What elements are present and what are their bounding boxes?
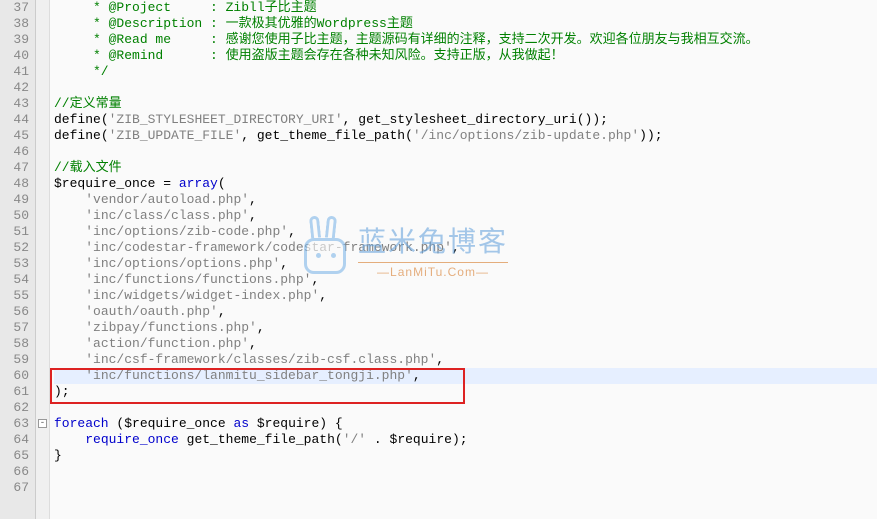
code-line[interactable]: [54, 464, 877, 480]
fold-marker: [36, 224, 49, 240]
fold-marker: [36, 160, 49, 176]
fold-marker: [36, 288, 49, 304]
line-number: 50: [0, 208, 29, 224]
code-line[interactable]: * @Project : Zibll子比主题: [54, 0, 877, 16]
line-number: 51: [0, 224, 29, 240]
fold-marker: [36, 304, 49, 320]
code-line[interactable]: );: [54, 384, 877, 400]
fold-marker: [36, 48, 49, 64]
line-number: 57: [0, 320, 29, 336]
line-number: 49: [0, 192, 29, 208]
fold-marker: [36, 64, 49, 80]
fold-marker: [36, 96, 49, 112]
code-line[interactable]: * @Remind : 使用盗版主题会存在各种未知风险。支持正版，从我做起！: [54, 48, 877, 64]
code-line[interactable]: [54, 80, 877, 96]
fold-marker: [36, 480, 49, 496]
fold-marker: [36, 352, 49, 368]
line-number: 45: [0, 128, 29, 144]
code-editor[interactable]: 3738394041424344454647484950515253545556…: [0, 0, 877, 519]
code-line[interactable]: 'action/function.php',: [54, 336, 877, 352]
code-line[interactable]: 'inc/codestar-framework/codestar-framewo…: [54, 240, 877, 256]
code-line[interactable]: [54, 400, 877, 416]
line-number: 67: [0, 480, 29, 496]
code-line[interactable]: [54, 144, 877, 160]
code-line[interactable]: 'inc/functions/lanmitu_sidebar_tongji.ph…: [54, 368, 877, 384]
line-number: 59: [0, 352, 29, 368]
line-number: 47: [0, 160, 29, 176]
code-line[interactable]: [54, 480, 877, 496]
code-line[interactable]: * @Read me : 感谢您使用子比主题，主题源码有详细的注释，支持二次开发…: [54, 32, 877, 48]
fold-marker: [36, 272, 49, 288]
code-area[interactable]: * @Project : Zibll子比主题 * @Description : …: [50, 0, 877, 519]
line-number: 44: [0, 112, 29, 128]
line-number: 56: [0, 304, 29, 320]
code-line[interactable]: foreach ($require_once as $require) {: [54, 416, 877, 432]
code-line[interactable]: //定义常量: [54, 96, 877, 112]
code-line[interactable]: define('ZIB_UPDATE_FILE', get_theme_file…: [54, 128, 877, 144]
code-line[interactable]: 'oauth/oauth.php',: [54, 304, 877, 320]
code-line[interactable]: //载入文件: [54, 160, 877, 176]
fold-marker[interactable]: -: [36, 416, 49, 432]
code-line[interactable]: 'inc/csf-framework/classes/zib-csf.class…: [54, 352, 877, 368]
line-number: 46: [0, 144, 29, 160]
fold-marker: [36, 384, 49, 400]
code-line[interactable]: $require_once = array(: [54, 176, 877, 192]
fold-marker: [36, 464, 49, 480]
line-number: 53: [0, 256, 29, 272]
fold-marker: [36, 80, 49, 96]
line-number: 41: [0, 64, 29, 80]
line-number: 55: [0, 288, 29, 304]
fold-marker: [36, 16, 49, 32]
code-line[interactable]: }: [54, 448, 877, 464]
code-line[interactable]: 'inc/options/options.php',: [54, 256, 877, 272]
fold-marker: [36, 112, 49, 128]
code-line[interactable]: 'inc/options/zib-code.php',: [54, 224, 877, 240]
line-number: 52: [0, 240, 29, 256]
fold-marker: [36, 368, 49, 384]
fold-marker: [36, 176, 49, 192]
fold-marker: [36, 400, 49, 416]
fold-marker: [36, 208, 49, 224]
fold-marker: [36, 240, 49, 256]
line-number: 61: [0, 384, 29, 400]
line-number: 43: [0, 96, 29, 112]
code-line[interactable]: 'vendor/autoload.php',: [54, 192, 877, 208]
line-number: 63: [0, 416, 29, 432]
fold-marker: [36, 448, 49, 464]
line-number: 42: [0, 80, 29, 96]
line-number: 62: [0, 400, 29, 416]
line-number: 48: [0, 176, 29, 192]
code-line[interactable]: define('ZIB_STYLESHEET_DIRECTORY_URI', g…: [54, 112, 877, 128]
code-line[interactable]: require_once get_theme_file_path('/' . $…: [54, 432, 877, 448]
line-number: 58: [0, 336, 29, 352]
fold-marker: [36, 144, 49, 160]
fold-marker: [36, 320, 49, 336]
fold-marker: [36, 192, 49, 208]
fold-marker: [36, 432, 49, 448]
code-line[interactable]: * @Description : 一款极其优雅的Wordpress主题: [54, 16, 877, 32]
code-line[interactable]: */: [54, 64, 877, 80]
fold-marker: [36, 128, 49, 144]
fold-marker: [36, 0, 49, 16]
line-number: 38: [0, 16, 29, 32]
fold-marker: [36, 256, 49, 272]
line-number: 64: [0, 432, 29, 448]
line-number: 66: [0, 464, 29, 480]
line-number: 60: [0, 368, 29, 384]
line-number-gutter: 3738394041424344454647484950515253545556…: [0, 0, 36, 519]
code-line[interactable]: 'inc/functions/functions.php',: [54, 272, 877, 288]
line-number: 54: [0, 272, 29, 288]
fold-column: -: [36, 0, 50, 519]
code-line[interactable]: 'inc/class/class.php',: [54, 208, 877, 224]
fold-marker: [36, 32, 49, 48]
line-number: 40: [0, 48, 29, 64]
code-line[interactable]: 'inc/widgets/widget-index.php',: [54, 288, 877, 304]
line-number: 39: [0, 32, 29, 48]
line-number: 37: [0, 0, 29, 16]
code-line[interactable]: 'zibpay/functions.php',: [54, 320, 877, 336]
fold-marker: [36, 336, 49, 352]
line-number: 65: [0, 448, 29, 464]
